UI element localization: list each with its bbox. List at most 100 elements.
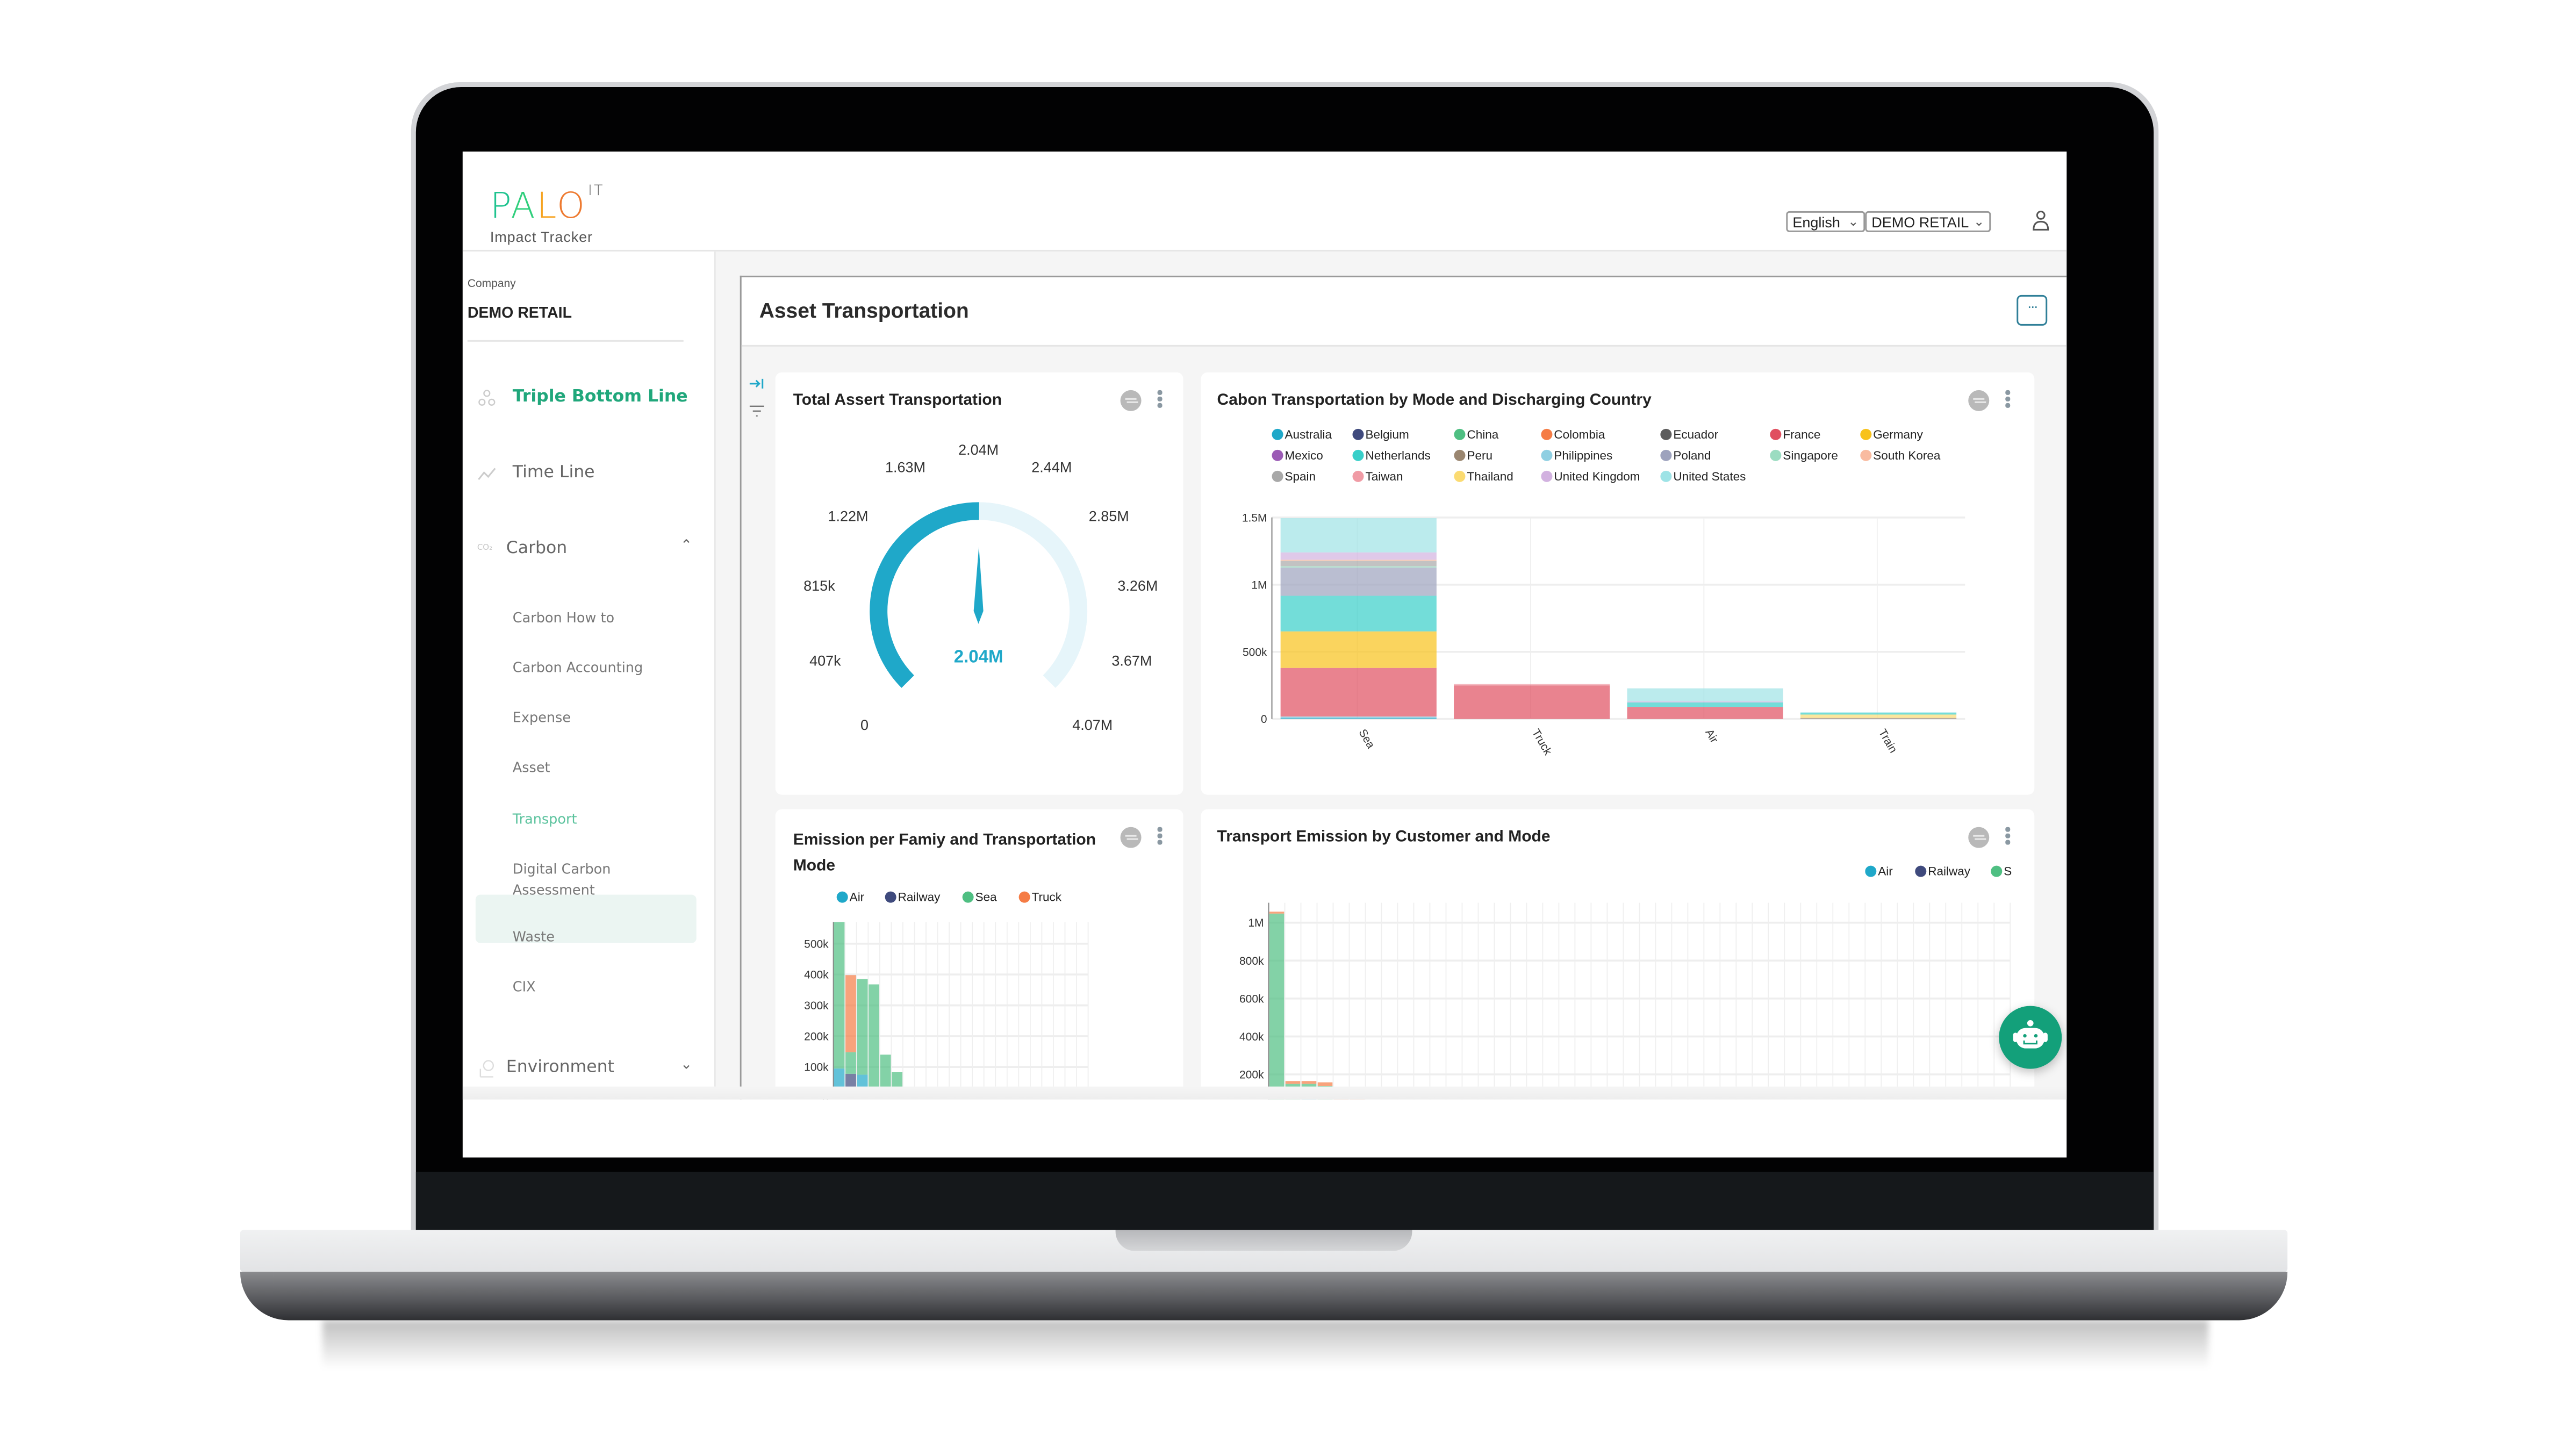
gauge-card: Total Assert Transportation 0 407k 815k 1.2… xyxy=(775,372,1183,795)
legend-label: Australia xyxy=(1285,427,1332,442)
sidebar-subitem-asset[interactable]: Asset xyxy=(513,761,550,777)
filter-icon[interactable] xyxy=(749,405,764,418)
legend-label: Spain xyxy=(1285,469,1316,484)
x-tick-label: Truck xyxy=(1530,727,1554,758)
sidebar-subitem-transport[interactable]: Transport xyxy=(513,813,577,829)
legend-label: Germany xyxy=(1873,427,1923,442)
bar-segment xyxy=(1280,518,1437,553)
card-filter-button[interactable] xyxy=(1120,827,1142,848)
y-tick-label: 500k xyxy=(804,938,829,950)
legend-item[interactable]: Truck xyxy=(1018,890,1061,905)
gauge-value-label: 2.04M xyxy=(954,647,1003,666)
circles-icon xyxy=(478,390,496,406)
bar-segment xyxy=(1627,702,1783,707)
chevron-down-icon: ⌄ xyxy=(1848,214,1859,229)
bar-segment xyxy=(1280,631,1437,668)
legend-item[interactable]: Ecuador xyxy=(1660,427,1718,442)
family-mode-card: Emission per Famiy and Transportation Mo… xyxy=(775,809,1183,1100)
legend-label: Poland xyxy=(1673,448,1711,463)
legend-item[interactable]: Australia xyxy=(1272,427,1332,442)
sidebar-subitem-digital-carbon-assessment[interactable]: Digital Carbon Assessment xyxy=(513,861,666,903)
legend-item[interactable]: Air xyxy=(1865,864,1893,879)
card-filter-button[interactable] xyxy=(1968,390,1990,411)
bar-segment xyxy=(1280,561,1437,566)
y-tick-label: 200k xyxy=(804,1030,829,1043)
more-options-button[interactable]: ··· xyxy=(2017,295,2048,326)
card-filter-button[interactable] xyxy=(1120,390,1142,411)
legend-item[interactable]: Colombia xyxy=(1541,427,1605,442)
legend-item[interactable]: Belgium xyxy=(1352,427,1409,442)
legend-marker xyxy=(1454,449,1466,461)
legend-marker xyxy=(1352,470,1364,482)
legend-marker xyxy=(1660,428,1672,440)
legend-item[interactable]: United Kingdom xyxy=(1541,469,1640,484)
legend-item[interactable]: Germany xyxy=(1860,427,1923,442)
legend-item[interactable]: South Korea xyxy=(1860,448,1940,463)
card-title: Cabon Transportation by Mode and Dischar… xyxy=(1217,391,1652,410)
legend-item[interactable]: France xyxy=(1770,427,1820,442)
gauge-tick-label: 1.63M xyxy=(885,460,925,476)
legend-label: Taiwan xyxy=(1365,469,1403,484)
bar-segment xyxy=(1800,713,1957,715)
legend-item[interactable]: Singapore xyxy=(1770,448,1838,463)
country-mode-card: Cabon Transportation by Mode and Dischar… xyxy=(1201,372,2035,795)
user-icon[interactable] xyxy=(2031,210,2050,232)
x-tick-label: Sea xyxy=(1356,727,1377,751)
palo-it-logo[interactable]: PALO IT xyxy=(490,184,605,227)
legend-item[interactable]: Peru xyxy=(1454,448,1492,463)
legend-item[interactable]: Poland xyxy=(1660,448,1711,463)
legend-item[interactable]: Mexico xyxy=(1272,448,1323,463)
bar-segment xyxy=(1280,568,1437,596)
legend-item[interactable]: S xyxy=(1991,864,2012,879)
expand-panel-icon[interactable] xyxy=(749,377,764,390)
legend-item[interactable]: Spain xyxy=(1272,469,1316,484)
card-filter-button[interactable] xyxy=(1968,827,1990,848)
main-panel: Asset Transportation ··· Total Assert Tr… xyxy=(740,275,2067,1100)
legend-item[interactable]: Netherlands xyxy=(1352,448,1431,463)
gauge-tick-label: 0 xyxy=(860,717,869,733)
co2-icon: CO₂ xyxy=(477,543,493,553)
legend-marker xyxy=(1272,470,1283,482)
legend-item[interactable]: Railway xyxy=(1915,864,1970,879)
bar-segment xyxy=(1280,718,1437,719)
chart-legend: Air Railway Sea Truck xyxy=(836,890,1159,909)
trend-line-icon xyxy=(478,468,496,480)
card-menu-icon[interactable] xyxy=(1157,827,1163,845)
card-menu-icon[interactable] xyxy=(2005,827,2010,845)
bar-segment xyxy=(1800,718,1957,719)
bar-segment xyxy=(834,922,845,1069)
gauge-chart: 0 407k 815k 1.22M 1.63M 2.04M 2.44M 2.85M 3.26M 3… xyxy=(803,442,1158,733)
card-menu-icon[interactable] xyxy=(2005,390,2010,408)
bar-segment xyxy=(1627,688,1783,701)
dashboard-area: Total Assert Transportation 0 407k 815k 1.2… xyxy=(741,345,2067,1100)
bar-segment xyxy=(869,984,879,1098)
bar-segment xyxy=(1285,1081,1301,1084)
legend-item[interactable]: Taiwan xyxy=(1352,469,1403,484)
chatbot-button[interactable] xyxy=(1999,1006,2062,1069)
sidebar-subitem-expense[interactable]: Expense xyxy=(513,711,571,727)
sidebar-subitem-waste[interactable]: Waste xyxy=(513,930,555,946)
legend-item[interactable]: Sea xyxy=(962,890,997,905)
sidebar-subitem-carbon-accounting[interactable]: Carbon Accounting xyxy=(513,661,643,677)
family-mode-chart: 0100k200k300k400k500k xyxy=(804,922,1089,1100)
company-select[interactable]: DEMO RETAIL ⌄ xyxy=(1865,211,1991,232)
sidebar-subitem-carbon-how-to[interactable]: Carbon How to xyxy=(513,611,614,627)
legend-item[interactable]: United States xyxy=(1660,469,1746,484)
robot-icon xyxy=(2013,1020,2048,1049)
legend-item[interactable]: Thailand xyxy=(1454,469,1513,484)
company-value: DEMO RETAIL xyxy=(467,304,572,322)
legend-marker xyxy=(1860,449,1872,461)
y-tick-label: 400k xyxy=(804,969,829,981)
card-title: Emission per Famiy and Transportation Mo… xyxy=(793,831,1096,876)
sidebar-subitem-cix[interactable]: CIX xyxy=(513,980,536,996)
legend-item[interactable]: Philippines xyxy=(1541,448,1612,463)
chart-legend: Australia Belgium China Colombia Ecuador Fran… xyxy=(1272,427,1982,492)
bar-segment xyxy=(1800,712,1957,713)
company-select-value: DEMO RETAIL xyxy=(1871,214,1969,231)
legend-item[interactable]: China xyxy=(1454,427,1498,442)
legend-item[interactable]: Air xyxy=(836,890,864,905)
card-menu-icon[interactable] xyxy=(1157,390,1163,408)
language-select[interactable]: English ⌄ xyxy=(1786,211,1865,232)
legend-item[interactable]: Railway xyxy=(885,890,940,905)
laptop-base-edge xyxy=(240,1272,2288,1321)
